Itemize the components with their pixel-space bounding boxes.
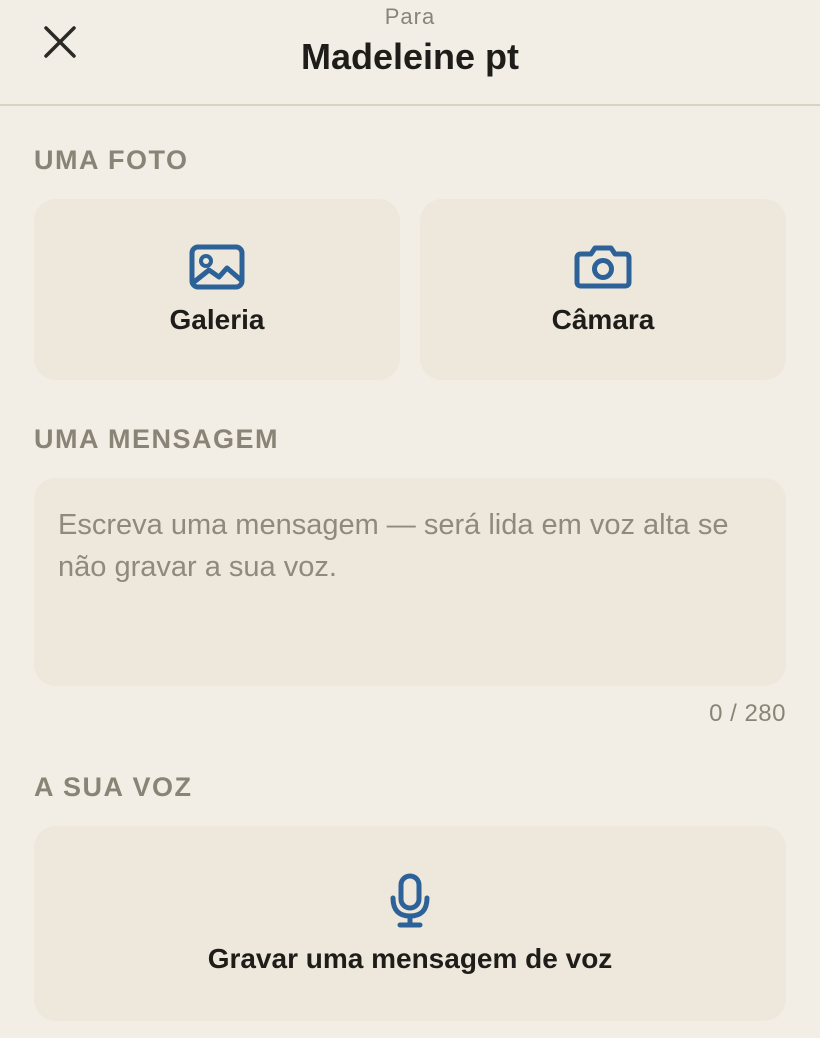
record-voice-label: Gravar uma mensagem de voz <box>207 942 613 974</box>
image-icon <box>189 244 245 289</box>
message-input[interactable] <box>34 478 786 686</box>
gallery-label: Galeria <box>169 303 265 335</box>
photo-section-label: UMA FOTO <box>34 145 189 175</box>
camera-label: Câmara <box>551 303 655 335</box>
voice-section-label: A SUA VOZ <box>34 772 193 802</box>
camera-button[interactable]: Câmara <box>420 199 786 380</box>
camera-icon <box>574 245 632 288</box>
header: Para Madeleine pt <box>0 0 820 106</box>
character-counter: 0 / 280 <box>709 700 786 727</box>
message-section-label: UMA MENSAGEM <box>34 424 279 454</box>
recipient-name: Madeleine pt <box>300 36 520 77</box>
recipient-prefix: Para <box>384 4 436 29</box>
microphone-icon <box>390 873 430 927</box>
record-voice-button[interactable]: Gravar uma mensagem de voz <box>34 826 786 1021</box>
gallery-button[interactable]: Galeria <box>34 199 400 380</box>
